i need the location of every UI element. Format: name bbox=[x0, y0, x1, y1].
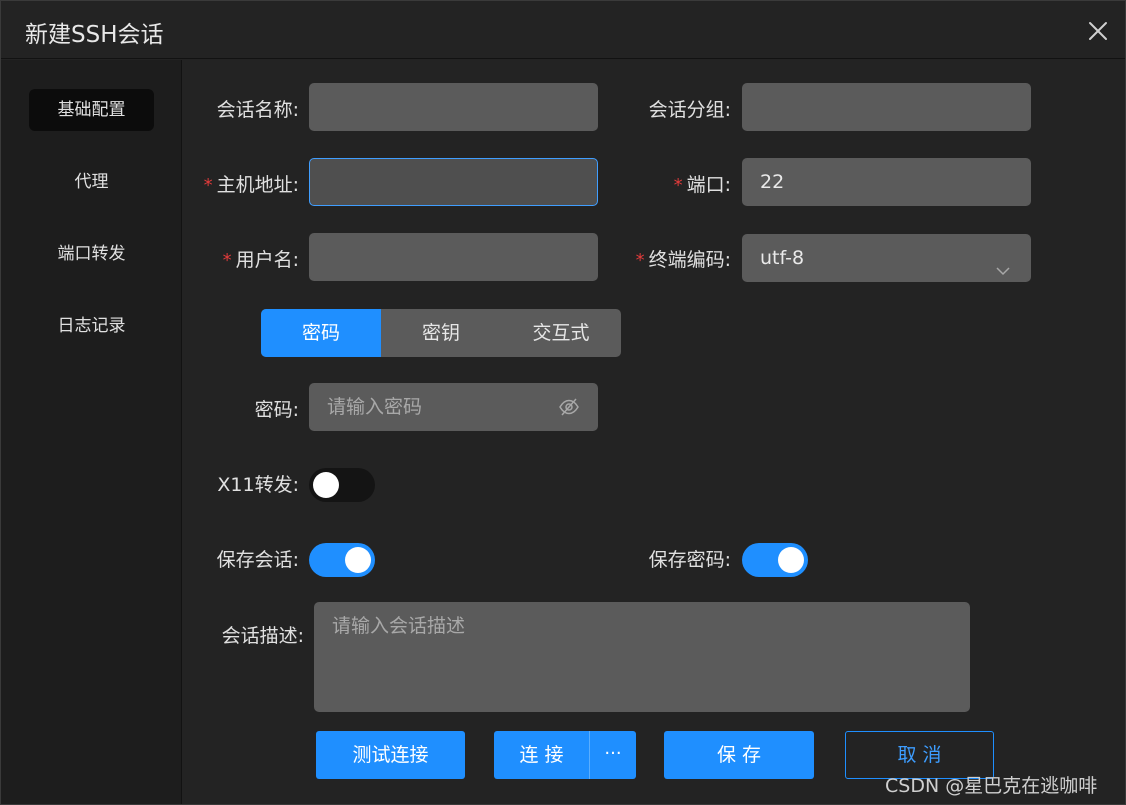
test-connection-button[interactable]: 测试连接 bbox=[316, 731, 465, 779]
required-mark: * bbox=[203, 175, 213, 196]
encoding-value: utf-8 bbox=[760, 247, 805, 269]
username-input[interactable] bbox=[309, 233, 598, 281]
port-label-text: 端口: bbox=[686, 174, 731, 196]
watermark: CSDN @星巴克在逃咖啡 bbox=[885, 775, 1098, 797]
encoding-select[interactable]: utf-8 bbox=[742, 234, 1031, 282]
tab-key[interactable]: 密钥 bbox=[381, 309, 501, 357]
required-mark: * bbox=[635, 250, 645, 271]
session-name-input[interactable] bbox=[309, 83, 598, 131]
close-icon[interactable] bbox=[1085, 18, 1111, 44]
ssh-session-dialog: 新建SSH会话 基础配置 代理 端口转发 日志记录 会话名称: 会话分组: * 主… bbox=[0, 0, 1126, 805]
chevron-down-icon bbox=[995, 250, 1011, 276]
sidebar-item-basic-config[interactable]: 基础配置 bbox=[29, 89, 154, 131]
save-password-toggle[interactable] bbox=[742, 543, 808, 577]
sidebar-item-port-forwarding[interactable]: 端口转发 bbox=[29, 233, 154, 275]
sidebar: 基础配置 代理 端口转发 日志记录 bbox=[1, 60, 182, 804]
description-label: 会话描述: bbox=[221, 625, 304, 647]
encoding-label-text: 终端编码: bbox=[648, 249, 731, 271]
encoding-label: * 终端编码: bbox=[611, 245, 731, 272]
auth-method-tabs: 密码 密钥 交互式 bbox=[261, 309, 621, 357]
connect-split-button: 连 接 ··· bbox=[494, 731, 636, 779]
x11-forwarding-label: X11转发: bbox=[217, 474, 299, 496]
description-textarea[interactable] bbox=[314, 602, 970, 712]
save-session-toggle[interactable] bbox=[309, 543, 375, 577]
required-mark: * bbox=[222, 250, 232, 271]
host-label-text: 主机地址: bbox=[216, 174, 299, 196]
tab-password[interactable]: 密码 bbox=[261, 309, 381, 357]
password-label: 密码: bbox=[254, 399, 299, 421]
save-password-label: 保存密码: bbox=[648, 549, 731, 571]
username-label-text: 用户名: bbox=[235, 249, 299, 271]
session-group-input[interactable] bbox=[742, 83, 1031, 131]
connect-button[interactable]: 连 接 bbox=[494, 731, 589, 779]
more-options-button[interactable]: ··· bbox=[589, 731, 636, 779]
save-session-label: 保存会话: bbox=[216, 549, 299, 571]
toggle-knob bbox=[345, 547, 371, 573]
dialog-titlebar: 新建SSH会话 bbox=[1, 1, 1125, 59]
toggle-knob bbox=[778, 547, 804, 573]
host-input[interactable] bbox=[309, 158, 598, 206]
tab-interactive[interactable]: 交互式 bbox=[501, 309, 621, 357]
x11-forwarding-toggle[interactable] bbox=[309, 468, 375, 502]
dialog-title: 新建SSH会话 bbox=[25, 22, 164, 48]
port-input[interactable] bbox=[742, 158, 1031, 206]
session-name-label: 会话名称: bbox=[216, 99, 299, 121]
eye-hidden-icon[interactable] bbox=[558, 396, 580, 418]
save-button[interactable]: 保 存 bbox=[664, 731, 814, 779]
sidebar-item-logging[interactable]: 日志记录 bbox=[29, 305, 154, 347]
session-group-label: 会话分组: bbox=[648, 99, 731, 121]
toggle-knob bbox=[313, 472, 339, 498]
sidebar-item-proxy[interactable]: 代理 bbox=[29, 161, 154, 203]
username-label: * 用户名: bbox=[191, 245, 299, 272]
port-label: * 端口: bbox=[641, 170, 731, 197]
required-mark: * bbox=[673, 175, 683, 196]
host-label: * 主机地址: bbox=[181, 170, 299, 197]
password-input[interactable] bbox=[309, 383, 598, 431]
